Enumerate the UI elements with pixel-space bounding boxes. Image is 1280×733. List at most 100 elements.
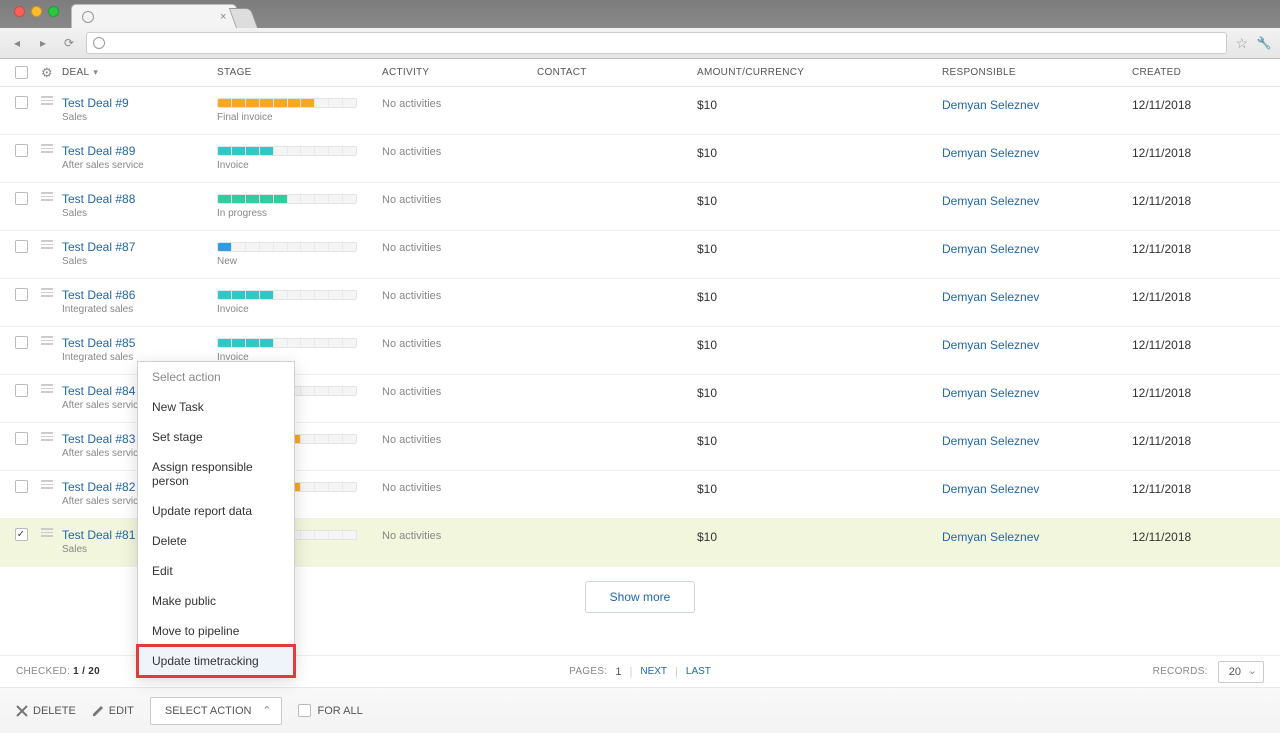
drag-handle-icon[interactable] (41, 528, 53, 537)
row-checkbox[interactable] (15, 288, 28, 301)
responsible-link[interactable]: Demyan Seleznev (942, 482, 1132, 496)
url-input[interactable] (86, 32, 1227, 54)
row-checkbox[interactable] (15, 240, 28, 253)
page-last[interactable]: LAST (686, 666, 711, 677)
nav-reload[interactable]: ⟳ (60, 34, 78, 52)
drag-handle-icon[interactable] (41, 96, 53, 105)
activity-text: No activities (382, 434, 537, 446)
row-checkbox[interactable] (15, 336, 28, 349)
nav-back[interactable]: ◂ (8, 34, 26, 52)
col-stage[interactable]: STAGE (217, 67, 382, 78)
activity-text: No activities (382, 338, 537, 350)
amount-text: $10 (697, 338, 942, 352)
responsible-link[interactable]: Demyan Seleznev (942, 290, 1132, 304)
page-next[interactable]: NEXT (640, 666, 667, 677)
show-more-button[interactable]: Show more (585, 581, 696, 613)
pencil-icon (92, 705, 104, 717)
col-contact[interactable]: CONTACT (537, 67, 697, 78)
drag-handle-icon[interactable] (41, 480, 53, 489)
pagination: PAGES: 1 | NEXT | LAST (569, 666, 711, 678)
amount-text: $10 (697, 434, 942, 448)
responsible-link[interactable]: Demyan Seleznev (942, 386, 1132, 400)
deal-link[interactable]: Test Deal #87 (62, 240, 217, 254)
amount-text: $10 (697, 242, 942, 256)
activity-text: No activities (382, 386, 537, 398)
bulk-edit-button[interactable]: EDIT (92, 705, 134, 717)
page-current: 1 (615, 666, 621, 678)
menu-item[interactable]: Set stage (138, 422, 294, 452)
row-checkbox[interactable] (15, 432, 28, 445)
stage-progress[interactable] (217, 290, 357, 300)
drag-handle-icon[interactable] (41, 432, 53, 441)
row-checkbox[interactable] (15, 480, 28, 493)
col-activity[interactable]: ACTIVITY (382, 67, 537, 78)
page-size-select[interactable]: 20 (1218, 661, 1264, 683)
created-text: 12/11/2018 (1132, 194, 1252, 208)
window-maximize[interactable] (48, 6, 59, 17)
col-deal[interactable]: DEAL▾ (62, 67, 217, 78)
deal-link[interactable]: Test Deal #85 (62, 336, 217, 350)
responsible-link[interactable]: Demyan Seleznev (942, 242, 1132, 256)
activity-text: No activities (382, 242, 537, 254)
window-close[interactable] (14, 6, 25, 17)
stage-label: In progress (217, 208, 382, 219)
responsible-link[interactable]: Demyan Seleznev (942, 434, 1132, 448)
amount-text: $10 (697, 290, 942, 304)
stage-progress[interactable] (217, 194, 357, 204)
stage-progress[interactable] (217, 242, 357, 252)
wrench-icon[interactable]: 🔧 (1256, 35, 1272, 51)
menu-item[interactable]: New Task (138, 392, 294, 422)
row-checkbox[interactable] (15, 192, 28, 205)
row-checkbox[interactable] (15, 528, 28, 541)
deal-link[interactable]: Test Deal #9 (62, 96, 217, 110)
select-action-dropdown[interactable]: SELECT ACTION (150, 697, 283, 725)
responsible-link[interactable]: Demyan Seleznev (942, 194, 1132, 208)
drag-handle-icon[interactable] (41, 384, 53, 393)
for-all-toggle[interactable]: FOR ALL (298, 704, 362, 717)
chevron-down-icon: ▾ (93, 67, 98, 77)
stage-progress[interactable] (217, 146, 357, 156)
drag-handle-icon[interactable] (41, 336, 53, 345)
menu-item[interactable]: Delete (138, 526, 294, 556)
gear-icon[interactable]: ⚙ (41, 65, 53, 81)
checked-count: CHECKED: 1 / 20 (16, 666, 100, 677)
tab-close-icon[interactable]: × (220, 11, 226, 23)
bookmark-icon[interactable]: ☆ (1235, 35, 1248, 52)
menu-item[interactable]: Move to pipeline (138, 616, 294, 646)
col-amount[interactable]: AMOUNT/CURRENCY (697, 67, 942, 78)
menu-item[interactable]: Update report data (138, 496, 294, 526)
col-responsible[interactable]: RESPONSIBLE (942, 67, 1132, 78)
row-checkbox[interactable] (15, 144, 28, 157)
row-checkbox[interactable] (15, 96, 28, 109)
deal-link[interactable]: Test Deal #88 (62, 192, 217, 206)
activity-text: No activities (382, 146, 537, 158)
responsible-link[interactable]: Demyan Seleznev (942, 338, 1132, 352)
deal-link[interactable]: Test Deal #89 (62, 144, 217, 158)
drag-handle-icon[interactable] (41, 240, 53, 249)
menu-item[interactable]: Update timetracking (138, 646, 294, 676)
for-all-checkbox[interactable] (298, 704, 311, 717)
created-text: 12/11/2018 (1132, 338, 1252, 352)
stage-progress[interactable] (217, 338, 357, 348)
drag-handle-icon[interactable] (41, 144, 53, 153)
bulk-delete-button[interactable]: DELETE (16, 705, 76, 717)
drag-handle-icon[interactable] (41, 288, 53, 297)
col-created[interactable]: CREATED (1132, 67, 1252, 78)
stage-progress[interactable] (217, 98, 357, 108)
browser-tab[interactable]: × (71, 4, 237, 28)
activity-text: No activities (382, 290, 537, 302)
nav-forward[interactable]: ▸ (34, 34, 52, 52)
select-all-checkbox[interactable] (15, 66, 28, 79)
deal-link[interactable]: Test Deal #86 (62, 288, 217, 302)
row-checkbox[interactable] (15, 384, 28, 397)
responsible-link[interactable]: Demyan Seleznev (942, 98, 1132, 112)
drag-handle-icon[interactable] (41, 192, 53, 201)
menu-item[interactable]: Edit (138, 556, 294, 586)
responsible-link[interactable]: Demyan Seleznev (942, 530, 1132, 544)
window-minimize[interactable] (31, 6, 42, 17)
menu-item[interactable]: Assign responsible person (138, 452, 294, 496)
menu-item[interactable]: Make public (138, 586, 294, 616)
responsible-link[interactable]: Demyan Seleznev (942, 146, 1132, 160)
activity-text: No activities (382, 98, 537, 110)
table-row: Test Deal #88 Sales In progress No activ… (0, 183, 1280, 231)
